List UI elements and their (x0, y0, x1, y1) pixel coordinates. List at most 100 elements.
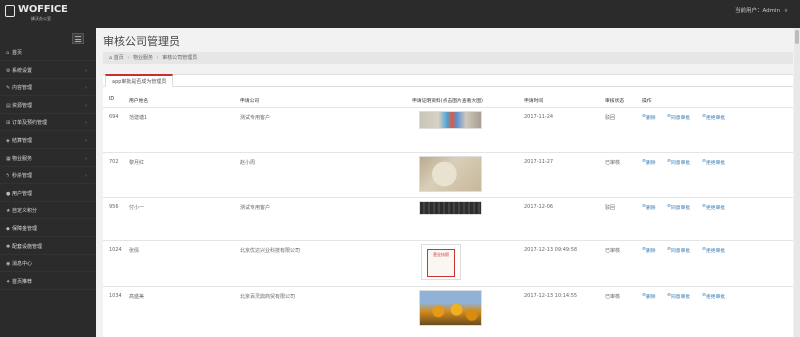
table-row: 956 付小一 测试专用客户 2017-12-06 驳回 ⊘ 删除 ⊘ 同意审批 ⊘ 拒绝审批 (103, 197, 793, 240)
cell-company: 北京百灵鼎商贸有限公司 (240, 294, 296, 300)
sidebar-item-label: 订单及预约管理 (12, 120, 48, 127)
chevron-down-icon: ∨ (783, 8, 788, 14)
proof-image[interactable] (419, 156, 482, 192)
chevron-right-icon: › (85, 155, 87, 162)
column-header-company: 申请公司 (240, 99, 260, 104)
cell-name: 范建塘1 (129, 115, 148, 121)
cell-status: 已审核 (605, 160, 621, 166)
breadcrumb-separator: › (156, 55, 159, 61)
sidebar-item[interactable]: ◆ 保障金管理 (0, 221, 96, 237)
reject-button[interactable]: 拒绝审批 (706, 247, 725, 254)
cell-time: 2017-12-06 (524, 204, 554, 210)
sidebar-item-label: 结算管理 (12, 138, 33, 144)
reject-button[interactable]: 拒绝审批 (706, 293, 725, 300)
column-header-id: ID (109, 97, 115, 102)
sidebar-item[interactable]: ◈ 结算管理 › (0, 133, 96, 149)
cell-company: 测试专用客户 (240, 115, 271, 121)
breadcrumb-current: 审核公司管理员 (162, 55, 198, 61)
column-header-time: 申请时间 (524, 99, 544, 104)
cell-status: 已审核 (605, 294, 621, 300)
breadcrumb-home[interactable]: 首页 (114, 55, 124, 61)
chevron-right-icon: › (85, 67, 87, 74)
cell-company: 测试专用客户 (240, 205, 271, 211)
sidebar-item[interactable]: ▤资源管理 › (0, 98, 96, 114)
scrollbar[interactable] (794, 28, 800, 337)
delete-button[interactable]: 删除 (646, 114, 656, 121)
chevron-right-icon: › (85, 120, 87, 127)
sidebar-item-label: 系统设置 (12, 67, 33, 74)
sidebar-item-label: 自定义积分 (12, 208, 38, 215)
delete-button[interactable]: 删除 (646, 247, 656, 254)
delete-button[interactable]: 删除 (646, 159, 656, 166)
logo-subtext: 蜂沃办公室 (31, 16, 51, 21)
breadcrumb-property[interactable]: 物业服务 (133, 55, 153, 61)
sidebar-item[interactable]: ⚙ 系统设置 › (0, 63, 96, 79)
sidebar-item-label: 秒杀管理 (12, 173, 33, 180)
reject-button[interactable]: 拒绝审批 (706, 204, 725, 211)
tab-underline (103, 86, 793, 87)
sidebar-item-label: 首页推荐 (12, 278, 33, 285)
chevron-right-icon: › (85, 173, 87, 180)
menu-toggle-button[interactable] (72, 33, 84, 44)
cell-name: 付小一 (129, 205, 145, 211)
proof-image[interactable]: 营业执照 (421, 244, 461, 280)
cell-status: 驳回 (605, 115, 616, 121)
cell-id: 1024 (109, 247, 122, 253)
column-header-status: 审核状态 (605, 99, 625, 104)
app-logo[interactable]: WOFFICE 蜂沃办公室 (5, 4, 75, 24)
logo-mark-icon (5, 5, 15, 17)
scrollbar-thumb[interactable] (795, 30, 799, 44)
approve-button[interactable]: 同意审批 (671, 114, 690, 121)
sidebar-item[interactable]: ⊞ 订单及预约管理 › (0, 115, 96, 132)
chevron-right-icon: › (85, 138, 87, 144)
sidebar-item[interactable]: ★ 自定义积分 (0, 203, 96, 220)
cell-time: 2017-12-13 09:49:58 (524, 247, 578, 253)
sidebar-item[interactable]: ◉ 消息中心 (0, 256, 96, 273)
cell-name: 张倩 (129, 248, 140, 254)
table-row: 1034 高盛美 北京百灵鼎商贸有限公司 2017-12-13 10:14:55 已审核… (103, 286, 793, 332)
cell-name: 高盛美 (129, 294, 145, 300)
delete-button[interactable]: 删除 (646, 204, 656, 211)
sidebar-item[interactable]: ✦ 首页推荐 (0, 274, 96, 290)
approve-button[interactable]: 同意审批 (671, 247, 690, 254)
approve-button[interactable]: 同意审批 (671, 204, 690, 211)
cell-id: 702 (109, 159, 119, 165)
sidebar-item[interactable]: ⌂ 首页 (0, 45, 96, 61)
breadcrumb-separator: › (127, 55, 130, 61)
column-header-actions: 操作 (642, 99, 652, 104)
cell-id: 956 (109, 204, 119, 210)
sidebar-item[interactable]: ● 用户管理 (0, 186, 96, 202)
sidebar-item[interactable]: ✎ 内容管理 › (0, 80, 96, 97)
tab-app-approval[interactable]: app审批是否成为管理员 (105, 74, 174, 87)
page-title: 审核公司管理员 (103, 35, 180, 48)
cell-name: 黎月红 (129, 160, 145, 166)
cell-company: 北京优达兴业科技有限公司 (240, 248, 301, 254)
delete-button[interactable]: 删除 (646, 293, 656, 300)
cell-time: 2017-11-27 (524, 159, 554, 165)
sidebar-item-label: 资源管理 (12, 102, 33, 109)
cell-time: 2017-12-13 10:14:55 (524, 293, 578, 299)
sidebar-item-label: 首页 (12, 50, 23, 56)
table-row: 702 黎月红 赵小周 2017-11-27 已审核 ⊘ 删除 ⊘ 同意审批 ⊘ 拒绝审批 (103, 152, 793, 197)
sidebar-item[interactable]: ▦物业服务 › (0, 151, 96, 167)
cell-time: 2017-11-24 (524, 114, 554, 120)
proof-image[interactable] (419, 290, 482, 326)
cell-id: 1034 (109, 293, 122, 299)
approve-button[interactable]: 同意审批 (671, 293, 690, 300)
chevron-right-icon: › (85, 102, 87, 109)
reject-button[interactable]: 拒绝审批 (706, 114, 725, 121)
proof-image[interactable] (419, 111, 482, 129)
sidebar: ⌂ 首页 ⚙ 系统设置 › ✎ 内容管理 › ▤资源管理 › ⊞ 订单及预约管理 › ◈ 结算管理 › ▦物业服… (0, 28, 96, 337)
proof-image[interactable] (419, 201, 482, 215)
user-label: 当前用户：Admin (734, 8, 780, 14)
sidebar-item[interactable]: ϟ 秒杀管理 › (0, 168, 96, 185)
approve-button[interactable]: 同意审批 (671, 159, 690, 166)
home-icon: ⌂ (109, 55, 113, 61)
column-header-name: 用户姓名 (129, 99, 149, 104)
sidebar-item-label: 物业服务 (12, 155, 33, 162)
reject-button[interactable]: 拒绝审批 (706, 159, 725, 166)
sidebar-item-label: 消息中心 (12, 261, 33, 268)
logo-text: WOFFICE (18, 4, 68, 15)
user-menu[interactable]: 当前用户：Admin ∨ (735, 6, 788, 14)
sidebar-item[interactable]: ✱ 配套设施管理 (0, 239, 96, 255)
